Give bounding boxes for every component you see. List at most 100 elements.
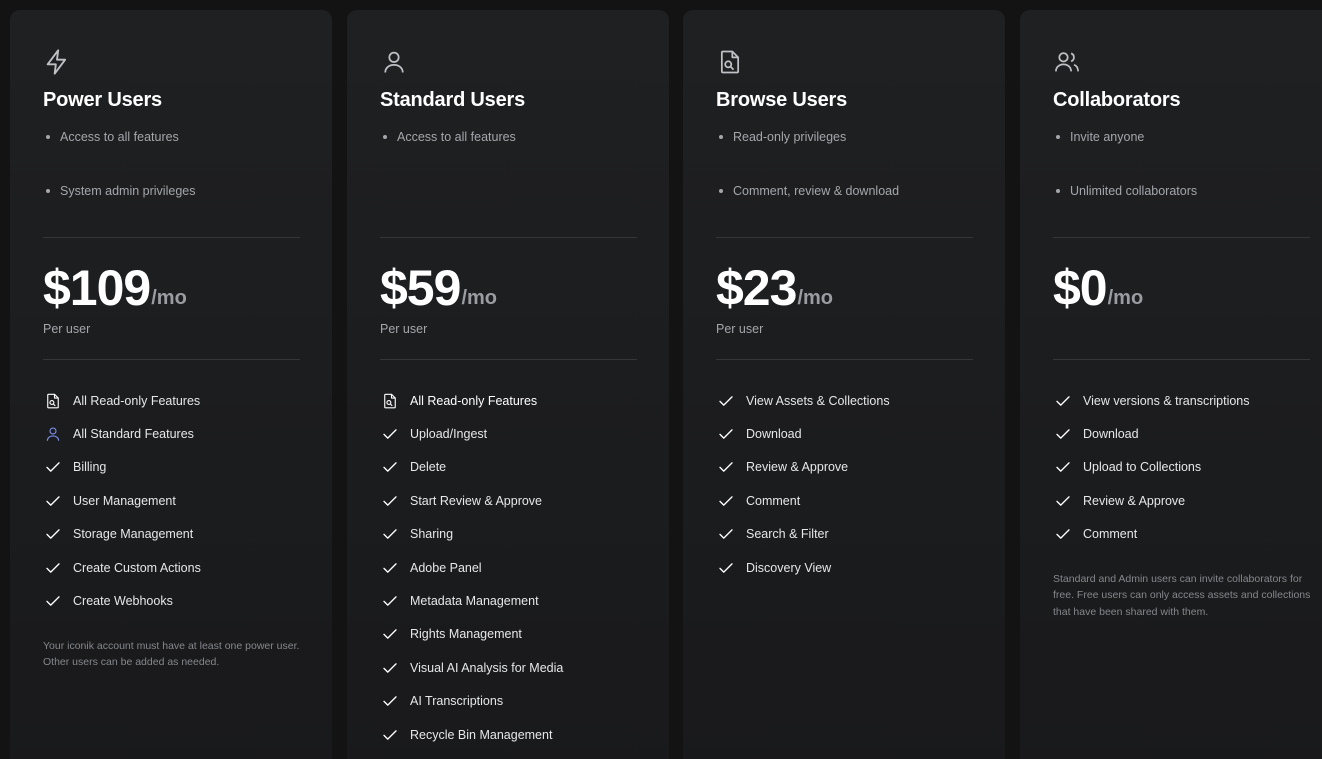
feature-label: Upload/Ingest: [410, 427, 488, 442]
feature-item: Sharing: [380, 518, 636, 551]
plan-bullet: Comment, review & download: [719, 181, 972, 201]
price-period: /mo: [461, 287, 497, 309]
feature-item: Comment: [716, 484, 972, 517]
price-unit: [1053, 322, 1309, 338]
feature-item: Rights Management: [380, 618, 636, 651]
feature-list: View Assets & Collections Download Revie…: [716, 384, 972, 584]
check-icon: [716, 391, 736, 411]
feature-label: Rights Management: [410, 627, 522, 642]
price-period: /mo: [151, 287, 187, 309]
check-icon: [380, 524, 400, 544]
feature-label: Download: [1083, 427, 1139, 442]
feature-item: Review & Approve: [1053, 484, 1309, 517]
feature-label: Adobe Panel: [410, 560, 482, 575]
plan-note: Your iconik account must have at least o…: [43, 639, 300, 669]
check-icon: [380, 658, 400, 678]
feature-label: User Management: [73, 493, 176, 508]
divider: [716, 359, 973, 360]
price-amount: $23: [716, 260, 797, 316]
feature-item: User Management: [43, 484, 299, 517]
feature-label: All Read-only Features: [410, 393, 538, 408]
feature-label: Visual AI Analysis for Media: [410, 660, 564, 675]
file-search-icon: [380, 391, 400, 411]
price-period: /mo: [1107, 287, 1144, 309]
check-icon: [1053, 457, 1073, 477]
plan-bullet: Unlimited collaborators: [1056, 181, 1309, 201]
check-icon: [1053, 491, 1073, 511]
user-icon: [43, 424, 63, 444]
plan-bullet: Invite anyone: [1056, 127, 1309, 147]
plan-title: Power Users: [43, 89, 162, 111]
check-icon: [380, 457, 400, 477]
check-icon: [380, 691, 400, 711]
feature-item: Start Review & Approve: [380, 484, 636, 517]
check-icon: [716, 558, 736, 578]
check-icon: [1053, 391, 1073, 411]
feature-item: Metadata Management: [380, 584, 636, 617]
feature-item: All Standard Features: [43, 417, 299, 450]
price-block: $109 /mo Per user: [43, 238, 299, 359]
check-icon: [1053, 524, 1073, 544]
divider: [380, 359, 637, 360]
divider: [43, 359, 300, 360]
check-icon: [716, 524, 736, 544]
price-unit: Per user: [43, 322, 91, 336]
feature-label: View versions & transcriptions: [1083, 393, 1250, 408]
feature-label: Storage Management: [73, 527, 194, 542]
pricing-page: Power Users Access to all features Syste…: [0, 0, 1322, 759]
check-icon: [1053, 424, 1073, 444]
feature-label: Discovery View: [746, 560, 832, 575]
feature-label: AI Transcriptions: [410, 694, 504, 709]
feature-item: Upload to Collections: [1053, 451, 1309, 484]
feature-item: Review & Approve: [716, 451, 972, 484]
check-icon: [43, 457, 63, 477]
feature-label: Comment: [746, 493, 801, 508]
check-icon: [380, 424, 400, 444]
check-icon: [716, 424, 736, 444]
feature-item: Create Custom Actions: [43, 551, 299, 584]
plan-bullet: System admin privileges: [46, 181, 299, 201]
feature-label: Search & Filter: [746, 527, 829, 542]
feature-item: All Read-only Features: [380, 384, 636, 417]
feature-label: Comment: [1083, 527, 1138, 542]
lightning-icon: [43, 48, 299, 78]
feature-item: Visual AI Analysis for Media: [380, 651, 636, 684]
feature-label: Review & Approve: [746, 460, 849, 475]
plan-bullets: Access to all features: [380, 127, 636, 237]
feature-list: All Read-only Features All Standard Feat…: [43, 384, 299, 618]
feature-label: View Assets & Collections: [746, 393, 890, 408]
check-icon: [380, 558, 400, 578]
user-icon: [380, 48, 636, 78]
plan-title: Collaborators: [1053, 89, 1181, 111]
feature-label: Download: [746, 427, 802, 442]
feature-label: Review & Approve: [1083, 493, 1186, 508]
feature-item: Search & Filter: [716, 518, 972, 551]
feature-label: All Standard Features: [73, 427, 194, 442]
feature-item: Download: [1053, 417, 1309, 450]
feature-label: Create Custom Actions: [73, 560, 201, 575]
plan-note: Standard and Admin users can invite coll…: [1053, 572, 1311, 618]
feature-label: Recycle Bin Management: [410, 727, 553, 742]
feature-item: View versions & transcriptions: [1053, 384, 1309, 417]
file-search-icon: [716, 48, 972, 78]
price-block: $23 /mo Per user: [716, 238, 972, 359]
file-search-icon: [43, 391, 63, 411]
plan-bullet: Access to all features: [383, 127, 636, 147]
plan-bullets: Access to all features System admin priv…: [43, 127, 299, 237]
feature-item: Discovery View: [716, 551, 972, 584]
check-icon: [380, 591, 400, 611]
feature-label: Upload to Collections: [1083, 460, 1202, 475]
feature-label: All Read-only Features: [73, 393, 201, 408]
price-block: $0 /mo: [1053, 238, 1309, 359]
check-icon: [716, 457, 736, 477]
feature-label: Metadata Management: [410, 594, 539, 609]
plan-bullet: Access to all features: [46, 127, 299, 147]
feature-item: Comment: [1053, 518, 1309, 551]
price-unit: Per user: [716, 322, 764, 336]
feature-label: Start Review & Approve: [410, 493, 543, 508]
feature-item: Adobe Panel: [380, 551, 636, 584]
plan-title: Standard Users: [380, 89, 526, 111]
plan-card-browse-users: Browse Users Read-only privileges Commen…: [683, 10, 1005, 759]
check-icon: [380, 491, 400, 511]
feature-label: Delete: [410, 460, 447, 475]
